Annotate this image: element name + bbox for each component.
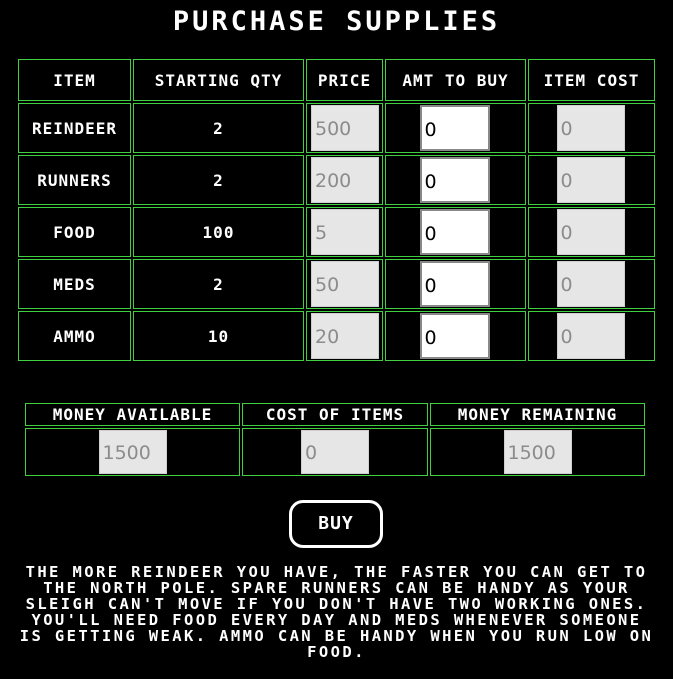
price-cell: 500 (306, 103, 383, 153)
item-name: AMMO (18, 311, 131, 361)
amt-cell: 0 (385, 103, 526, 153)
price-cell: 20 (306, 311, 383, 361)
item-name: REINDEER (18, 103, 131, 153)
starting-qty: 100 (133, 207, 304, 257)
table-row: REINDEER 2 500 0 0 (18, 103, 655, 153)
price-cell: 5 (306, 207, 383, 257)
header-starting-qty: STARTING QTY (133, 59, 304, 101)
money-summary-table: MONEY AVAILABLE COST OF ITEMS MONEY REMA… (23, 401, 647, 478)
money-remaining-cell: 1500 (430, 428, 645, 476)
header-amt-to-buy: AMT TO BUY (385, 59, 526, 101)
item-cost-field: 0 (556, 157, 625, 203)
price-field: 50 (311, 261, 379, 307)
money-header-row: MONEY AVAILABLE COST OF ITEMS MONEY REMA… (25, 403, 645, 426)
table-row: AMMO 10 20 0 0 (18, 311, 655, 361)
price-field: 200 (311, 157, 379, 203)
starting-qty: 2 (133, 155, 304, 205)
cost-of-items-cell: 0 (242, 428, 428, 476)
item-cost-field: 0 (556, 313, 625, 359)
header-item-cost: ITEM COST (528, 59, 655, 101)
item-cost-field: 0 (556, 105, 625, 151)
cost-cell: 0 (528, 103, 655, 153)
header-item: ITEM (18, 59, 131, 101)
price-field: 20 (311, 313, 379, 359)
item-cost-field: 0 (556, 209, 625, 255)
starting-qty: 2 (133, 259, 304, 309)
cost-cell: 0 (528, 311, 655, 361)
money-available-field: 1500 (98, 430, 167, 474)
header-price: PRICE (306, 59, 383, 101)
item-name: FOOD (18, 207, 131, 257)
cost-of-items-label: COST OF ITEMS (242, 403, 428, 426)
amt-to-buy-input[interactable]: 0 (419, 105, 490, 151)
price-cell: 50 (306, 259, 383, 309)
money-remaining-field: 1500 (503, 430, 572, 474)
table-row: FOOD 100 5 0 0 (18, 207, 655, 257)
supplies-header-row: ITEM STARTING QTY PRICE AMT TO BUY ITEM … (18, 59, 655, 101)
cost-cell: 0 (528, 155, 655, 205)
starting-qty: 10 (133, 311, 304, 361)
page-title: PURCHASE SUPPLIES (172, 6, 501, 37)
item-name: MEDS (18, 259, 131, 309)
amt-cell: 0 (385, 207, 526, 257)
buy-button[interactable]: BUY (289, 500, 383, 548)
amt-to-buy-input[interactable]: 0 (419, 209, 490, 255)
money-values-row: 1500 0 1500 (25, 428, 645, 476)
money-available-cell: 1500 (25, 428, 240, 476)
starting-qty: 2 (133, 103, 304, 153)
supplies-table: ITEM STARTING QTY PRICE AMT TO BUY ITEM … (16, 57, 657, 363)
item-cost-field: 0 (556, 261, 625, 307)
amt-cell: 0 (385, 259, 526, 309)
amt-cell: 0 (385, 155, 526, 205)
table-row: RUNNERS 2 200 0 0 (18, 155, 655, 205)
cost-cell: 0 (528, 259, 655, 309)
cost-cell: 0 (528, 207, 655, 257)
price-field: 500 (311, 105, 379, 151)
amt-to-buy-input[interactable]: 0 (419, 157, 490, 203)
amt-to-buy-input[interactable]: 0 (419, 313, 490, 359)
price-cell: 200 (306, 155, 383, 205)
amt-cell: 0 (385, 311, 526, 361)
amt-to-buy-input[interactable]: 0 (419, 261, 490, 307)
cost-of-items-field: 0 (301, 430, 369, 474)
money-available-label: MONEY AVAILABLE (25, 403, 240, 426)
item-name: RUNNERS (18, 155, 131, 205)
info-text: THE MORE REINDEER YOU HAVE, THE FASTER Y… (19, 563, 654, 661)
money-remaining-label: MONEY REMAINING (430, 403, 645, 426)
table-row: MEDS 2 50 0 0 (18, 259, 655, 309)
price-field: 5 (311, 209, 379, 255)
